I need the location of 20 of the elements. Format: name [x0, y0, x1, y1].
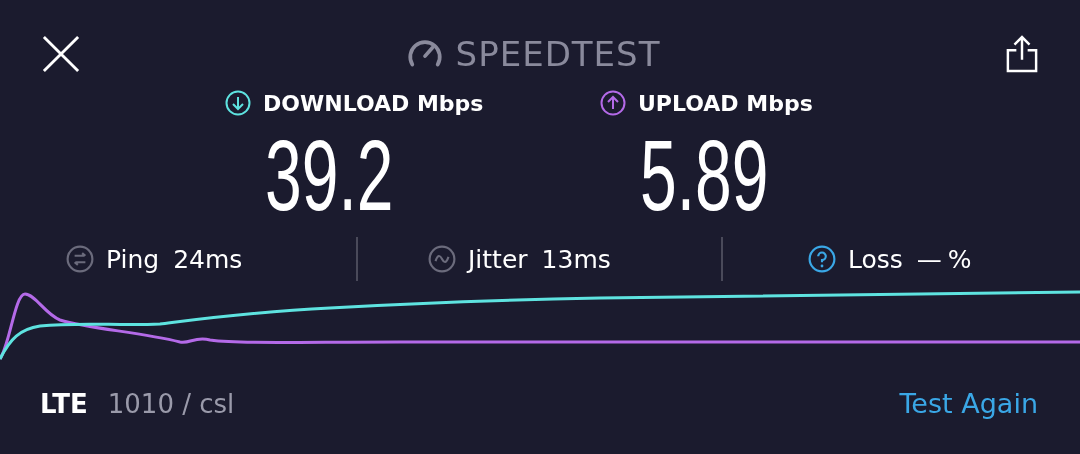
stat-value: 24ms — [173, 244, 243, 274]
stat-unit: % — [947, 244, 972, 274]
provider-name: 1010 / csl — [107, 388, 235, 419]
app-title: SPEEDTEST — [455, 34, 661, 74]
stat-label: Jitter — [468, 244, 528, 274]
stat-label: Ping — [106, 244, 160, 274]
result-label: DOWNLOAD Mbps — [263, 90, 484, 116]
stat-label: Loss — [848, 244, 903, 274]
share-icon[interactable] — [1006, 35, 1038, 73]
test-again-button[interactable]: Test Again — [899, 388, 1038, 419]
stat-value: 13ms — [541, 244, 611, 274]
help-icon[interactable] — [808, 245, 836, 273]
result-value: 39.2 — [265, 125, 394, 225]
network-type: LTE — [40, 388, 88, 419]
ping-icon — [66, 245, 94, 273]
stat-value: — — [916, 244, 942, 274]
close-icon[interactable] — [42, 35, 80, 73]
result-value: 5.89 — [640, 125, 769, 225]
result-label: UPLOAD Mbps — [638, 90, 813, 116]
wave-icon — [428, 245, 456, 273]
